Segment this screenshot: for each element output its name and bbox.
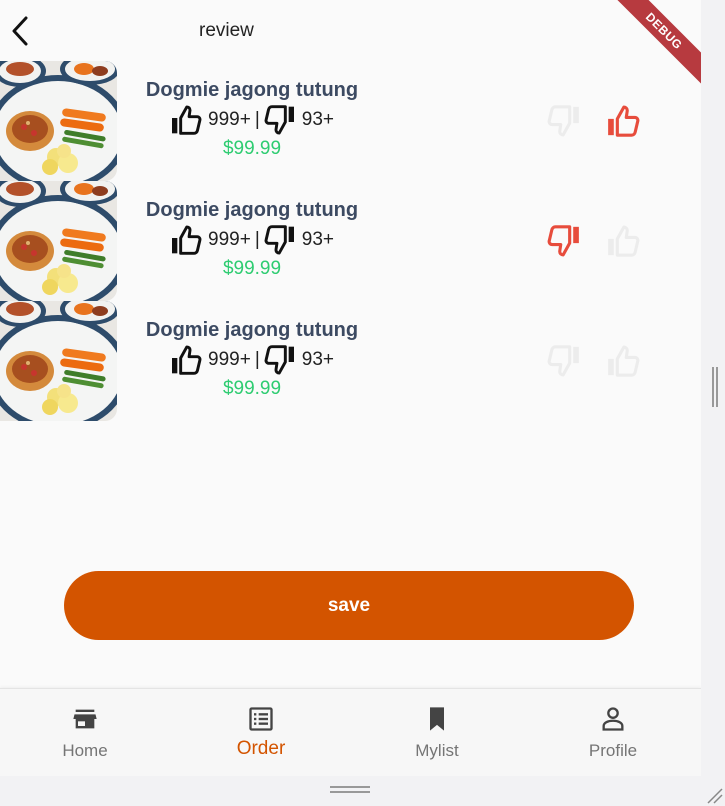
stats-separator: | [254,349,260,370]
like-button[interactable] [603,221,643,261]
item-info: Dogmie jagong tutung 999+ | 93+ $99.99 [142,319,362,400]
thumbs-up-icon [606,344,640,378]
review-item: Dogmie jagong tutung 999+ | 93+ $99.99 [0,181,701,301]
item-name: Dogmie jagong tutung [145,79,359,101]
item-info: Dogmie jagong tutung 999+ | 93+ $99.99 [142,79,362,160]
stats-separator: | [254,109,260,130]
like-button[interactable] [603,341,643,381]
stats-separator: | [254,229,260,250]
thumbs-up-icon [170,344,202,376]
review-item: Dogmie jagong tutung 999+ | 93+ $99.99 [0,301,701,421]
dislike-button[interactable] [544,101,584,141]
likes-count: 999+ [208,109,251,130]
dislikes-count: 93+ [301,229,334,250]
nav-item-profile[interactable]: Profile [553,689,673,775]
thumbs-up-icon [170,224,202,256]
thumbs-down-icon [264,224,296,256]
likes-count: 999+ [208,229,251,250]
thumbs-up-icon [606,104,640,138]
item-price: $99.99 [222,378,282,399]
review-item: Dogmie jagong tutung 999+ | 93+ $99.99 [0,61,701,181]
likes-count: 999+ [208,349,251,370]
store-icon [73,709,97,729]
app-screen: review DEBUG Dogmie jagong tutung 999+ |… [0,0,701,776]
page-title: review [199,20,254,41]
thumbs-down-icon [264,344,296,376]
nav-label: Order [236,738,286,759]
resize-handle-bottom[interactable] [330,785,370,795]
item-price: $99.99 [222,138,282,159]
item-info: Dogmie jagong tutung 999+ | 93+ $99.99 [142,199,362,280]
item-price: $99.99 [222,258,282,279]
item-name: Dogmie jagong tutung [145,319,359,341]
thumbs-down-icon [547,224,581,258]
thumbs-down-icon [264,104,296,136]
nav-item-mylist[interactable]: Mylist [377,689,497,775]
list-icon [249,707,273,731]
item-name: Dogmie jagong tutung [145,199,359,221]
nav-item-order[interactable]: Order [201,689,321,775]
thumbs-down-icon [547,344,581,378]
thumbs-up-icon [606,224,640,258]
thumbs-up-icon [170,104,202,136]
person-icon [602,707,624,731]
thumbs-down-icon [547,104,581,138]
bottom-navigation: Home Order Mylist Profile [0,688,701,776]
dislike-button[interactable] [544,221,584,261]
nav-label: Mylist [415,741,459,760]
nav-label: Profile [588,741,638,760]
food-image [0,301,117,421]
like-button[interactable] [603,101,643,141]
item-stats: 999+ | 93+ [142,224,362,256]
dislikes-count: 93+ [301,109,334,130]
resize-corner-icon[interactable] [705,786,723,804]
item-stats: 999+ | 93+ [142,104,362,136]
nav-item-home[interactable]: Home [25,689,145,775]
nav-label: Home [62,741,108,760]
arrow-left-icon [12,16,28,46]
back-button[interactable] [6,14,34,48]
item-stats: 999+ | 93+ [142,344,362,376]
dislike-button[interactable] [544,341,584,381]
food-image [0,181,117,301]
dislikes-count: 93+ [301,349,334,370]
food-image [0,61,117,181]
bookmark-icon [430,707,444,731]
save-button[interactable]: save [64,571,634,640]
resize-handle-right[interactable] [710,367,720,407]
